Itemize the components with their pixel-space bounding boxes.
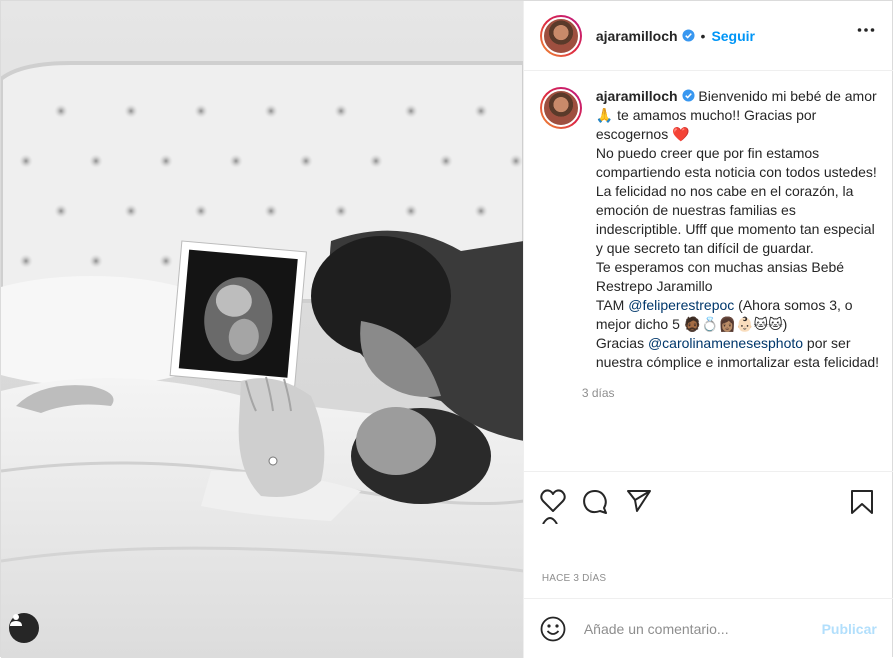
comment-input[interactable]	[583, 620, 822, 637]
photo-illustration	[1, 1, 523, 658]
post-side-panel: ajaramilloch • Seguir ajaramilloch Bienv…	[522, 1, 893, 658]
caption-time[interactable]: 3 días	[582, 386, 880, 400]
comment-icon[interactable]	[582, 489, 608, 515]
heart-emoji: ❤️	[672, 126, 690, 142]
post-date[interactable]: HACE 3 DÍAS	[542, 573, 606, 584]
verified-badge-icon	[681, 29, 695, 42]
mention-link[interactable]: @feliperestrepoc	[628, 297, 734, 313]
like-heart-icon[interactable]	[540, 489, 566, 513]
save-bookmark-icon[interactable]	[850, 489, 874, 515]
author-username[interactable]: ajaramilloch	[596, 28, 678, 44]
post-modal: ajaramilloch • Seguir ajaramilloch Bienv…	[0, 0, 893, 658]
likes-avatar-fragment	[541, 517, 558, 524]
publish-button[interactable]: Publicar	[822, 621, 877, 637]
user-tag-icon	[10, 614, 22, 626]
caption-avatar[interactable]	[539, 87, 582, 129]
caption-text: ajaramilloch Bienvenido mi bebé de amor …	[596, 87, 880, 372]
user-tag-button[interactable]	[9, 613, 39, 643]
verified-badge-icon	[681, 89, 695, 102]
mention-link[interactable]: @carolinamenesesphoto	[648, 335, 803, 351]
post-photo[interactable]	[1, 1, 523, 658]
comment-form: Publicar	[523, 598, 893, 658]
more-options-icon[interactable]	[857, 27, 875, 33]
emoji-icon[interactable]	[540, 616, 566, 642]
caption: ajaramilloch Bienvenido mi bebé de amor …	[539, 87, 880, 400]
follow-button[interactable]: Seguir	[711, 28, 755, 44]
separator-dot: •	[700, 27, 706, 44]
action-bar	[523, 471, 893, 531]
post-header: ajaramilloch • Seguir	[523, 1, 893, 71]
caption-username[interactable]: ajaramilloch	[596, 88, 678, 104]
share-icon[interactable]	[626, 489, 652, 513]
avatar[interactable]	[539, 14, 582, 57]
caption-part: No puedo creer que por fin estamos compa…	[595, 145, 877, 313]
